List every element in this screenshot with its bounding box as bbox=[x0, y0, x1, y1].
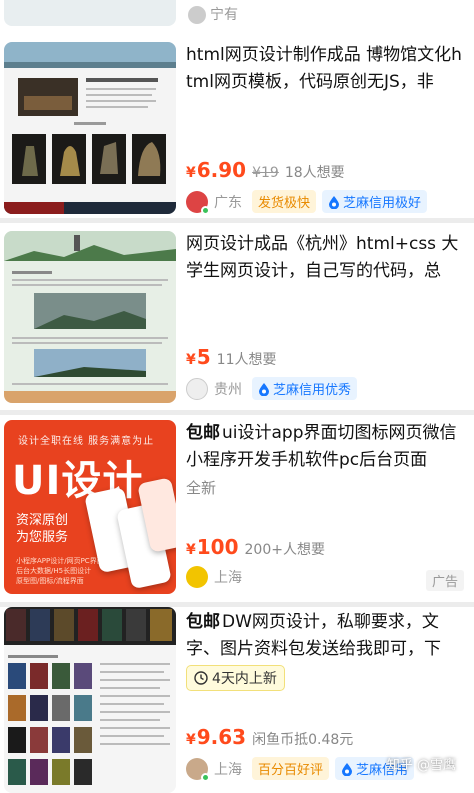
seller-row: 广东 发货极快 芝麻信用极好 bbox=[186, 190, 464, 215]
seller-avatar[interactable] bbox=[186, 757, 210, 782]
seller-location: 贵州 bbox=[214, 381, 242, 398]
seller-location: 广东 bbox=[214, 194, 242, 211]
seller-row: 贵州 芝麻信用优秀 bbox=[186, 377, 464, 400]
positive-rating-badge: 百分百好评 bbox=[252, 757, 330, 780]
seller-avatar[interactable] bbox=[186, 566, 208, 588]
item-condition: 全新 bbox=[186, 479, 217, 497]
listing-title[interactable]: 网页设计成品《杭州》html+css 大学生网页设计，自己写的代码，总 bbox=[186, 231, 464, 285]
price: ¥9.63 bbox=[186, 725, 247, 749]
clock-icon bbox=[194, 671, 208, 685]
new-listing-chip: 4天内上新 bbox=[186, 665, 285, 691]
price: ¥6.90 bbox=[186, 158, 247, 182]
want-count: 200+人想要 bbox=[244, 542, 325, 558]
listing-thumbnail: 设计全职在线 服务满意为止 UI设计 资深原创 为您服务 小程序APP设计/网页P… bbox=[4, 420, 176, 594]
listing-title[interactable]: 包邮 ui设计app界面切图标网页微信小程序开发手机软件pc后台页面 bbox=[186, 420, 464, 474]
want-count: 18人想要 bbox=[284, 165, 345, 181]
sesame-credit-icon bbox=[342, 762, 353, 776]
free-shipping-tag: 包邮 bbox=[186, 612, 220, 632]
listing-title[interactable]: 包邮 DW网页设计，私聊要求，文字、图片资料包发送给我即可，下 bbox=[186, 609, 464, 663]
previous-item-location: 宁有 bbox=[210, 7, 238, 23]
seller-avatar[interactable] bbox=[186, 377, 208, 400]
original-price: ¥19 bbox=[252, 165, 279, 181]
price-row: ¥9.63 闲鱼币抵0.48元 bbox=[186, 725, 353, 749]
seller-location: 上海 bbox=[214, 570, 242, 586]
listing-card[interactable]: 设计全职在线 服务满意为止 UI设计 资深原创 为您服务 小程序APP设计/网页P… bbox=[0, 415, 474, 602]
credit-badge: 芝麻信用极好 bbox=[322, 190, 428, 213]
listing-thumbnail bbox=[4, 42, 176, 214]
coin-deduction: 闲鱼币抵0.48元 bbox=[252, 732, 354, 748]
price-row: ¥100 200+人想要 bbox=[186, 535, 325, 559]
zhihu-watermark: 知乎 @雪鹰 bbox=[386, 758, 456, 773]
fast-shipping-badge: 发货极快 bbox=[252, 190, 317, 213]
listing-thumbnail bbox=[4, 607, 176, 793]
listing-card[interactable]: 网页设计成品《杭州》html+css 大学生网页设计，自己写的代码，总 ¥5 1… bbox=[0, 223, 474, 410]
ad-label: 广告 bbox=[425, 570, 464, 591]
listing-title[interactable]: html网页设计制作成品 博物馆文化html网页模板，代码原创无JS，非 bbox=[186, 42, 464, 96]
price: ¥100 bbox=[186, 535, 239, 559]
listing-card[interactable]: html网页设计制作成品 博物馆文化html网页模板，代码原创无JS，非 ¥6.… bbox=[0, 30, 474, 218]
want-count: 11人想要 bbox=[216, 352, 277, 368]
price-row: ¥5 11人想要 bbox=[186, 345, 277, 369]
price-row: ¥6.90 ¥19 18人想要 bbox=[186, 158, 345, 182]
seller-location: 上海 bbox=[214, 761, 242, 778]
previous-item-thumbnail bbox=[4, 0, 176, 26]
previous-item-stub[interactable]: 宁有 bbox=[0, 0, 474, 30]
listing-thumbnail bbox=[4, 231, 176, 403]
seller-row: 上海 bbox=[186, 566, 464, 588]
sesame-credit-icon bbox=[329, 195, 340, 209]
seller-avatar bbox=[188, 6, 206, 24]
seller-avatar[interactable] bbox=[186, 190, 210, 215]
sesame-credit-icon bbox=[259, 382, 269, 396]
credit-badge: 芝麻信用优秀 bbox=[252, 377, 358, 400]
free-shipping-tag: 包邮 bbox=[186, 423, 220, 443]
price: ¥5 bbox=[186, 345, 211, 369]
